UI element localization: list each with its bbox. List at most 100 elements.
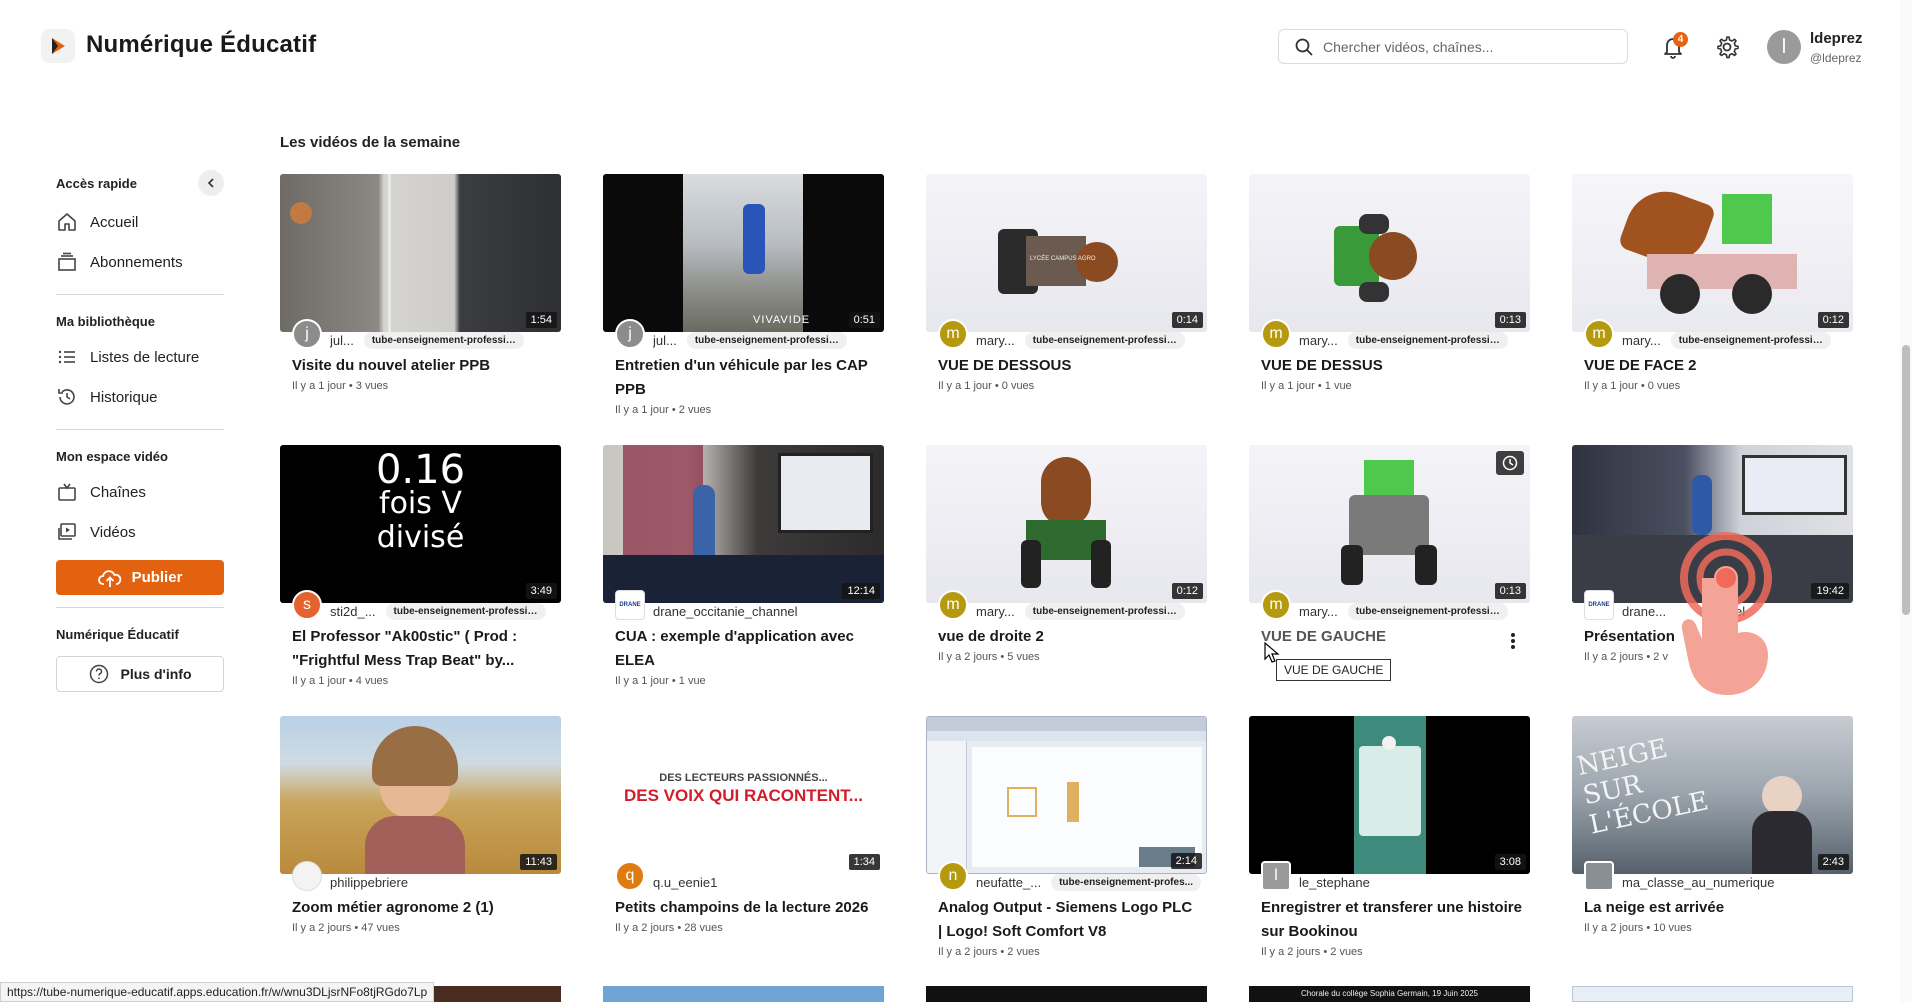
video-thumbnail-partial[interactable] <box>1572 986 1853 1002</box>
channel-avatar[interactable]: j <box>292 319 322 349</box>
channel-name[interactable]: neufatte_... <box>976 875 1041 890</box>
logo-icon[interactable] <box>41 29 75 63</box>
video-title[interactable]: Analog Output - Siemens Logo PLC | Logo!… <box>926 896 1207 944</box>
video-title[interactable]: vue de droite 2 <box>926 625 1207 649</box>
video-title[interactable]: El Professor "Ak00stic" ( Prod : "Fright… <box>280 625 561 673</box>
channel-avatar[interactable] <box>292 861 322 891</box>
channel-avatar[interactable]: m <box>938 590 968 620</box>
video-title[interactable]: Visite du nouvel atelier PPB <box>280 354 561 378</box>
channel-name[interactable]: mary... <box>1622 333 1661 348</box>
channel-avatar[interactable]: m <box>1261 319 1291 349</box>
channel-name[interactable]: q.u_eenie1 <box>653 875 717 890</box>
sidebar-item-playlists[interactable]: Listes de lecture <box>56 337 224 377</box>
sidebar-item-home[interactable]: Accueil <box>56 202 224 242</box>
channel-tag[interactable]: tube-enseignement-professio... <box>385 602 546 620</box>
video-thumbnail[interactable]: 0.16 fois V divisé 3:49 <box>280 445 561 603</box>
video-card[interactable]: 0:12 m mary... tube-enseignement-profess… <box>1572 174 1853 445</box>
channel-avatar[interactable]: m <box>938 319 968 349</box>
channel-avatar[interactable]: m <box>1584 319 1614 349</box>
channel-name[interactable]: ma_classe_au_numerique <box>1622 875 1774 890</box>
video-title[interactable]: CUA : exemple d'application avec ELEA <box>603 625 884 673</box>
video-thumbnail-partial[interactable] <box>926 986 1207 1002</box>
user-name[interactable]: ldeprez <box>1810 30 1863 47</box>
channel-avatar[interactable]: DRANE <box>1584 590 1614 620</box>
channel-name[interactable]: mary... <box>1299 604 1338 619</box>
more-options-icon[interactable] <box>1510 631 1516 651</box>
video-thumbnail[interactable]: 2:14 <box>926 716 1207 874</box>
video-thumbnail[interactable]: 3:08 <box>1249 716 1530 874</box>
channel-name[interactable]: le_stephane <box>1299 875 1370 890</box>
channel-avatar[interactable]: j <box>615 319 645 349</box>
video-card[interactable]: 1:54 j jul... tube-enseignement-professi… <box>280 174 561 445</box>
sidebar-item-subscriptions[interactable]: Abonnements <box>56 242 224 282</box>
channel-avatar[interactable]: l <box>1261 861 1291 891</box>
channel-name[interactable]: drane... <box>1622 604 1666 619</box>
collapse-sidebar-button[interactable] <box>198 170 224 196</box>
video-thumbnail[interactable]: NEIGE SUR L'ÉCOLE 2:43 <box>1572 716 1853 874</box>
video-thumbnail[interactable]: 11:43 <box>280 716 561 874</box>
channel-avatar[interactable] <box>1584 861 1614 891</box>
video-card[interactable]: 0:12 m mary... tube-enseignement-profess… <box>926 445 1207 716</box>
video-title[interactable]: VUE DE DESSOUS <box>926 354 1207 378</box>
video-card[interactable]: 12:14 DRANE drane_occitanie_channel CUA … <box>603 445 884 716</box>
channel-name[interactable]: mary... <box>976 604 1015 619</box>
video-thumbnail[interactable]: DES LECTEURS PASSIONNÉS... DES VOIX QUI … <box>603 716 884 874</box>
channel-avatar[interactable]: q <box>615 861 645 891</box>
more-info-button[interactable]: Plus d'info <box>56 656 224 692</box>
video-thumbnail[interactable]: LYCÉE CAMPUS AGRO 0:14 <box>926 174 1207 332</box>
video-card[interactable]: 0:13 m mary... tube-enseignement-profess… <box>1249 174 1530 445</box>
channel-tag[interactable]: tube-enseignement-profession... <box>1347 602 1508 620</box>
video-title[interactable]: Enregistrer et transferer une histoire s… <box>1249 896 1530 944</box>
channel-avatar[interactable]: m <box>1261 590 1291 620</box>
video-thumbnail[interactable]: 0:13 <box>1249 445 1530 603</box>
channel-tag[interactable]: tube-enseignement-professionnel.... <box>363 331 524 349</box>
sidebar-item-channels[interactable]: Chaînes <box>56 472 224 512</box>
channel-tag[interactable]: tube-enseignement-profession... <box>1024 602 1185 620</box>
video-title[interactable]: Zoom métier agronome 2 (1) <box>280 896 561 920</box>
channel-name[interactable]: mary... <box>976 333 1015 348</box>
page-scrollbar[interactable] <box>1900 0 1912 1002</box>
channel-name[interactable]: jul... <box>653 333 677 348</box>
video-card[interactable]: LYCÉE CAMPUS AGRO 0:14 m mary... tube-en… <box>926 174 1207 445</box>
video-card[interactable]: 0.16 fois V divisé 3:49 s sti2d_... tube… <box>280 445 561 716</box>
video-card[interactable]: NEIGE SUR L'ÉCOLE 2:43 ma_classe_au_nume… <box>1572 716 1853 987</box>
channel-avatar[interactable]: n <box>938 861 968 891</box>
watch-later-button[interactable] <box>1496 451 1524 475</box>
scrollbar-thumb[interactable] <box>1902 345 1910 615</box>
video-title[interactable]: Petits champoins de la lecture 2026 <box>603 896 884 920</box>
channel-name[interactable]: drane_occitanie_channel <box>653 604 798 619</box>
video-thumbnail-partial[interactable] <box>603 986 884 1002</box>
video-title[interactable]: La neige est arrivée <box>1572 896 1853 920</box>
channel-tag[interactable]: tube-enseignement-professionnel.... <box>686 331 847 349</box>
channel-avatar[interactable]: DRANE <box>615 590 645 620</box>
channel-tag[interactable]: tube-enseignement-profession... <box>1347 331 1508 349</box>
video-card[interactable]: VIVAVIDE 0:51 j jul... tube-enseignement… <box>603 174 884 445</box>
video-card[interactable]: 11:43 philippebriere Zoom métier agronom… <box>280 716 561 987</box>
video-card[interactable]: 3:08 l le_stephane Enregistrer et transf… <box>1249 716 1530 987</box>
video-card[interactable]: 19:42 DRANE drane... hannel Présentation… <box>1572 445 1853 716</box>
channel-name[interactable]: philippebriere <box>330 875 408 890</box>
channel-tag[interactable]: tube-enseignement-profession... <box>1670 331 1831 349</box>
video-title[interactable]: VUE DE GAUCHE <box>1249 625 1530 649</box>
search-input[interactable] <box>1323 38 1613 55</box>
channel-name[interactable]: mary... <box>1299 333 1338 348</box>
gear-icon[interactable] <box>1714 34 1740 60</box>
channel-tag[interactable]: tube-enseignement-profession... <box>1024 331 1185 349</box>
sidebar-item-videos[interactable]: Vidéos <box>56 512 224 552</box>
channel-name[interactable]: sti2d_... <box>330 604 376 619</box>
video-title[interactable]: Entretien d'un véhicule par les CAP PPB <box>603 354 884 402</box>
video-thumbnail[interactable]: 0:12 <box>1572 174 1853 332</box>
channel-avatar[interactable]: s <box>292 590 322 620</box>
video-thumbnail[interactable]: 0:13 <box>1249 174 1530 332</box>
video-title[interactable]: VUE DE FACE 2 <box>1572 354 1853 378</box>
sidebar-item-history[interactable]: Historique <box>56 377 224 417</box>
video-thumbnail[interactable]: 12:14 <box>603 445 884 603</box>
video-thumbnail-partial[interactable]: Chorale du collège Sophia Germain, 19 Ju… <box>1249 986 1530 1002</box>
video-card[interactable]: 2:14 n neufatte_... tube-enseignement-pr… <box>926 716 1207 987</box>
video-thumbnail[interactable]: 0:12 <box>926 445 1207 603</box>
video-title[interactable]: VUE DE DESSUS <box>1249 354 1530 378</box>
search-box[interactable] <box>1278 29 1628 64</box>
video-card[interactable]: DES LECTEURS PASSIONNÉS... DES VOIX QUI … <box>603 716 884 987</box>
publish-button[interactable]: Publier <box>56 560 224 595</box>
brand-name[interactable]: Numérique Éducatif <box>86 31 316 59</box>
